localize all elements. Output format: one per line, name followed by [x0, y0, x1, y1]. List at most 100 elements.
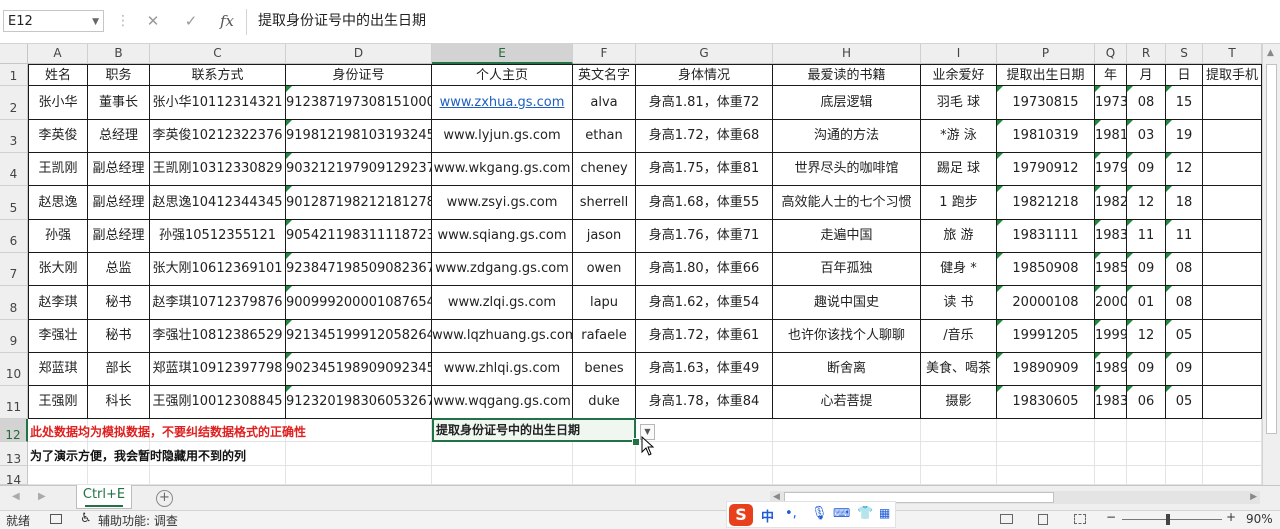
data-cell[interactable]: 王凯刚10312330829 — [150, 153, 286, 186]
data-cell[interactable]: 郑蓝琪 — [28, 353, 88, 386]
data-cell[interactable]: 身高1.80，体重66 — [636, 253, 773, 286]
data-cell[interactable] — [1203, 286, 1262, 320]
data-cell[interactable]: 19890909 — [997, 353, 1095, 386]
data-cell[interactable]: alva — [573, 86, 636, 120]
zoom-slider-track[interactable] — [1122, 519, 1222, 520]
data-cell[interactable]: 1989 — [1095, 353, 1127, 386]
data-cell[interactable]: www.zlqi.gs.com — [432, 286, 573, 320]
data-cell[interactable]: 总监 — [88, 253, 150, 286]
punctuation-icon[interactable]: •, — [785, 506, 797, 521]
data-cell[interactable]: 总经理 — [88, 120, 150, 153]
vertical-scroll-thumb[interactable] — [1266, 64, 1277, 434]
data-cell[interactable]: 李英俊10212322376 — [150, 120, 286, 153]
data-cell[interactable]: 赵思逸10412344345 — [150, 186, 286, 220]
data-cell[interactable]: 张大刚 — [28, 253, 88, 286]
data-cell[interactable]: 20000108 — [997, 286, 1095, 320]
row-header-11[interactable]: 11 — [0, 386, 28, 419]
header-cell[interactable]: 提取出生日期 — [997, 64, 1095, 86]
data-cell[interactable]: 身高1.81，体重72 — [636, 86, 773, 120]
data-cell[interactable]: 08 — [1166, 286, 1203, 320]
data-cell[interactable]: 郑蓝琪10912397798 — [150, 353, 286, 386]
add-sheet-icon[interactable]: + — [156, 490, 173, 507]
data-cell[interactable]: 19991205 — [997, 320, 1095, 353]
data-cell[interactable]: owen — [573, 253, 636, 286]
data-cell[interactable]: 09 — [1127, 353, 1166, 386]
status-accessibility[interactable]: 辅助功能: 调查 — [98, 512, 178, 529]
name-box[interactable]: E12 ▼ — [3, 10, 104, 32]
data-cell[interactable]: 董事长 — [88, 86, 150, 120]
row-header-4[interactable]: 4 — [0, 153, 28, 186]
header-cell[interactable]: 日 — [1166, 64, 1203, 86]
data-cell[interactable]: 902345198909092345 — [286, 353, 432, 386]
vertical-scrollbar[interactable]: ▲ — [1262, 44, 1280, 485]
data-cell[interactable]: 副总经理 — [88, 186, 150, 220]
data-cell[interactable]: /音乐 — [921, 320, 997, 353]
data-cell[interactable]: 19830605 — [997, 386, 1095, 419]
cancel-icon[interactable]: ✕ — [140, 9, 166, 33]
data-cell[interactable]: 08 — [1127, 86, 1166, 120]
data-cell[interactable]: 919812198103193245 — [286, 120, 432, 153]
data-cell[interactable]: 赵李琪10712379876 — [150, 286, 286, 320]
data-cell[interactable]: 身高1.78，体重84 — [636, 386, 773, 419]
ime-lang[interactable]: 中 — [761, 506, 774, 525]
data-cell[interactable]: www.lqzhuang.gs.com — [432, 320, 573, 353]
data-cell[interactable]: 科长 — [88, 386, 150, 419]
data-cell[interactable]: 1982 — [1095, 186, 1127, 220]
data-cell[interactable]: 身高1.72，体重68 — [636, 120, 773, 153]
data-cell[interactable]: 底层逻辑 — [773, 86, 921, 120]
column-header-s[interactable]: S — [1166, 44, 1203, 64]
data-cell[interactable]: 18 — [1166, 186, 1203, 220]
data-cell[interactable]: 12 — [1127, 186, 1166, 220]
column-header-p[interactable]: P — [997, 44, 1095, 64]
header-cell[interactable]: 姓名 — [28, 64, 88, 86]
column-header-t[interactable]: T — [1203, 44, 1262, 64]
data-cell[interactable]: benes — [573, 353, 636, 386]
fill-handle[interactable] — [632, 438, 640, 446]
column-header-r[interactable]: R — [1127, 44, 1166, 64]
data-cell[interactable] — [1203, 353, 1262, 386]
row-header-5[interactable]: 5 — [0, 186, 28, 220]
enter-icon[interactable]: ✓ — [178, 9, 204, 33]
row-header-6[interactable]: 6 — [0, 220, 28, 253]
data-cell[interactable] — [1203, 220, 1262, 253]
data-cell[interactable]: 孙强10512355121 — [150, 220, 286, 253]
data-cell[interactable] — [1203, 186, 1262, 220]
data-cell[interactable]: 张大刚10612369101 — [150, 253, 286, 286]
data-cell[interactable]: 身高1.68，体重55 — [636, 186, 773, 220]
data-cell[interactable]: 李英俊 — [28, 120, 88, 153]
toolbox-icon[interactable]: ▦ — [879, 506, 890, 520]
data-cell[interactable]: 身高1.75，体重81 — [636, 153, 773, 186]
data-cell[interactable]: ethan — [573, 120, 636, 153]
row-header-7[interactable]: 7 — [0, 253, 28, 286]
data-cell[interactable]: www.wkgang.gs.com — [432, 153, 573, 186]
data-cell[interactable]: 912387197308151000 — [286, 86, 432, 120]
header-cell[interactable]: 职务 — [88, 64, 150, 86]
data-cell[interactable]: 趣说中国史 — [773, 286, 921, 320]
scroll-right-icon[interactable]: ▶ — [1250, 492, 1257, 502]
accessibility-icon[interactable]: ♿ — [80, 511, 92, 526]
data-cell[interactable]: 李强壮10812386529 — [150, 320, 286, 353]
name-box-dropdown-icon[interactable]: ▼ — [92, 11, 99, 33]
data-cell[interactable]: 09 — [1127, 253, 1166, 286]
data-cell[interactable]: 副总经理 — [88, 153, 150, 186]
data-cell[interactable] — [1203, 120, 1262, 153]
data-cell[interactable]: 断舍离 — [773, 353, 921, 386]
scroll-up-icon[interactable]: ▲ — [1267, 48, 1274, 58]
header-cell[interactable]: 业余爱好 — [921, 64, 997, 86]
data-cell[interactable]: 百年孤独 — [773, 253, 921, 286]
data-cell[interactable]: 王凯刚 — [28, 153, 88, 186]
zoom-out-button[interactable]: − — [1106, 510, 1116, 524]
data-cell[interactable]: 12 — [1166, 153, 1203, 186]
data-cell[interactable]: www.zhlqi.gs.com — [432, 353, 573, 386]
tab-next-icon[interactable]: ▶ — [38, 491, 46, 502]
data-cell[interactable]: lapu — [573, 286, 636, 320]
data-cell[interactable]: www.zdgang.gs.com — [432, 253, 573, 286]
column-header-e[interactable]: E — [432, 44, 573, 64]
data-cell[interactable]: 2000 — [1095, 286, 1127, 320]
data-cell[interactable]: 高效能人士的七个习惯 — [773, 186, 921, 220]
data-cell[interactable]: cheney — [573, 153, 636, 186]
data-cell[interactable]: duke — [573, 386, 636, 419]
data-cell[interactable]: 01 — [1127, 286, 1166, 320]
data-cell[interactable]: 也许你该找个人聊聊 — [773, 320, 921, 353]
data-cell[interactable]: 1999 — [1095, 320, 1127, 353]
